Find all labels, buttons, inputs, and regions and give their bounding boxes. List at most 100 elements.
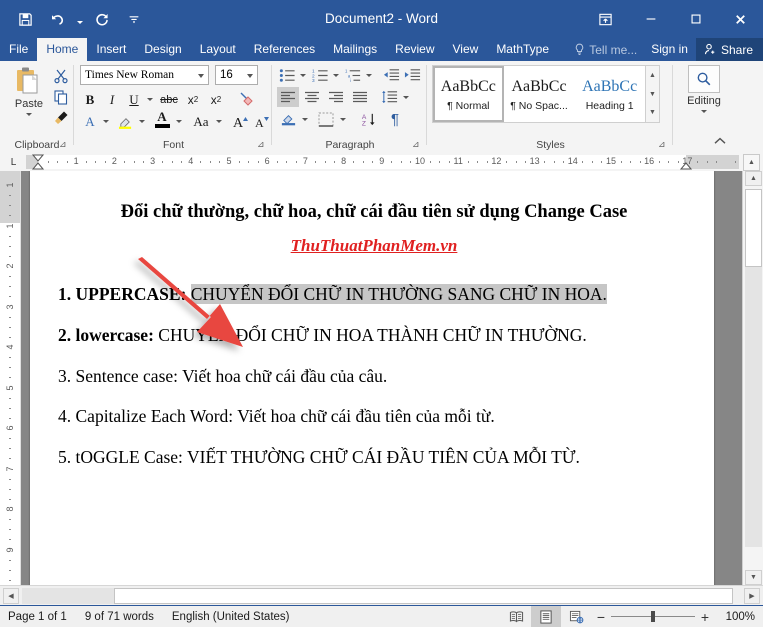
view-web-layout-button[interactable] <box>561 606 591 627</box>
strikethrough-button[interactable]: abc <box>157 89 181 110</box>
tab-stop-selector[interactable]: L <box>6 155 21 169</box>
styles-more-icon[interactable]: ▼ <box>646 103 659 122</box>
redo-icon[interactable] <box>87 5 117 33</box>
scroll-left-icon[interactable]: ◀ <box>3 588 19 604</box>
customize-qat-icon[interactable] <box>119 5 149 33</box>
zoom-out-button[interactable]: − <box>591 606 611 627</box>
word-count[interactable]: 9 of 71 words <box>85 611 154 623</box>
cut-button[interactable] <box>50 65 72 86</box>
right-indent-marker[interactable] <box>680 162 692 170</box>
shading-dropdown-icon[interactable] <box>299 109 310 129</box>
maximize-icon[interactable] <box>673 0 718 38</box>
underline-dropdown-icon[interactable] <box>144 89 156 110</box>
first-line-indent-marker[interactable] <box>32 154 44 162</box>
tab-references[interactable]: References <box>245 38 324 61</box>
font-dialog-launcher[interactable]: ⊿ <box>257 139 268 150</box>
view-read-mode-button[interactable] <box>501 606 531 627</box>
save-icon[interactable] <box>10 5 40 33</box>
tell-me-box[interactable]: Tell me... <box>568 38 643 61</box>
tab-file[interactable]: File <box>0 38 37 61</box>
tab-layout[interactable]: Layout <box>191 38 245 61</box>
vertical-ruler[interactable]: 1 1 2 3 4 5 6 7 8 9 <box>0 171 21 585</box>
horizontal-scroll-thumb[interactable] <box>114 588 733 604</box>
horizontal-scroll-track[interactable] <box>22 588 114 604</box>
share-button[interactable]: Share <box>695 38 763 61</box>
style-heading-1[interactable]: AaBbCc Heading 1 <box>574 66 645 122</box>
ribbon-display-options-icon[interactable] <box>583 0 628 38</box>
decrease-indent-button[interactable] <box>381 65 401 85</box>
ruler-track[interactable]: 1 2 3 4 5 6 7 8 9 10 11 12 13 14 15 16 17 <box>26 154 739 170</box>
clipboard-dialog-launcher[interactable]: ⊿ <box>59 139 70 150</box>
styles-scroll-down-icon[interactable]: ▼ <box>646 85 659 104</box>
paste-button[interactable]: Paste <box>6 65 52 116</box>
style-normal[interactable]: AaBbCc ¶ Normal <box>433 66 504 122</box>
tab-view[interactable]: View <box>444 38 488 61</box>
line-spacing-dropdown-icon[interactable] <box>400 87 411 107</box>
page-count[interactable]: Page 1 of 1 <box>8 611 67 623</box>
multilevel-list-button[interactable]: 1ai <box>343 65 363 85</box>
zoom-slider[interactable] <box>611 606 695 627</box>
language-indicator[interactable]: English (United States) <box>172 611 290 623</box>
list-item[interactable]: 1. UPPERCASE: CHUYỂN ĐỔI CHỮ IN THƯỜNG S… <box>58 283 690 306</box>
format-painter-button[interactable] <box>50 107 72 128</box>
tab-insert[interactable]: Insert <box>87 38 135 61</box>
editing-button[interactable]: Editing <box>682 65 726 113</box>
numbering-dropdown-icon[interactable] <box>330 65 341 85</box>
italic-button[interactable]: I <box>102 89 122 110</box>
list-item[interactable]: 4. Capitalize Each Word: Viết hoa chữ cá… <box>58 405 690 428</box>
highlight-color-button[interactable] <box>114 111 136 132</box>
copy-button[interactable] <box>50 86 72 107</box>
scroll-right-icon[interactable]: ▶ <box>744 588 760 604</box>
change-case-dropdown-icon[interactable] <box>213 111 225 132</box>
scroll-up-icon[interactable]: ▲ <box>745 171 762 186</box>
font-color-dropdown-icon[interactable] <box>173 111 185 132</box>
font-color-button[interactable]: A <box>151 109 173 130</box>
numbering-button[interactable]: 123 <box>310 65 330 85</box>
paragraph-dialog-launcher[interactable]: ⊿ <box>412 139 423 150</box>
minimize-icon[interactable] <box>628 0 673 38</box>
paste-dropdown-icon[interactable] <box>26 113 32 116</box>
line-spacing-button[interactable] <box>378 87 400 107</box>
tab-mathtype[interactable]: MathType <box>487 38 558 61</box>
tab-design[interactable]: Design <box>135 38 190 61</box>
styles-dialog-launcher[interactable]: ⊿ <box>658 139 669 150</box>
show-formatting-marks-button[interactable]: ¶ <box>385 109 405 129</box>
sign-in-button[interactable]: Sign in <box>643 38 696 61</box>
change-case-button[interactable]: Aa <box>188 111 214 132</box>
tab-home[interactable]: Home <box>37 38 88 61</box>
underline-button[interactable]: U <box>124 89 144 110</box>
align-left-button[interactable] <box>277 87 299 107</box>
highlight-dropdown-icon[interactable] <box>136 111 148 132</box>
align-center-button[interactable] <box>301 87 323 107</box>
document-body[interactable]: Đổi chữ thường, chữ hoa, chữ cái đầu tiê… <box>58 201 690 478</box>
zoom-level[interactable]: 100% <box>715 611 757 623</box>
superscript-button[interactable]: x2 <box>205 89 227 110</box>
font-name-dropdown-icon[interactable] <box>198 74 204 78</box>
list-item[interactable]: 2. lowercase: CHUYỂN ĐỔI CHỮ IN HOA THÀN… <box>58 324 690 347</box>
align-right-button[interactable] <box>325 87 347 107</box>
shrink-font-button[interactable]: A <box>252 111 272 132</box>
grow-font-button[interactable]: A <box>231 111 251 132</box>
undo-dropdown-icon[interactable] <box>74 5 85 33</box>
horizontal-ruler[interactable]: L 1 2 3 4 5 6 7 8 9 10 11 12 13 14 15 16 17 ▲ <box>0 152 763 172</box>
undo-icon[interactable] <box>42 5 72 33</box>
list-item[interactable]: 5. tOGGLE Case: VIẾT THƯỜNG CHỮ CÁI ĐẦU … <box>58 446 690 469</box>
sort-button[interactable]: AZ <box>357 109 379 129</box>
shading-button[interactable] <box>277 109 299 129</box>
horizontal-scrollbar[interactable]: ◀ ▶ <box>0 585 763 605</box>
font-name-input[interactable]: Times New Roman <box>80 65 209 85</box>
clear-formatting-button[interactable] <box>235 88 259 109</box>
multilevel-dropdown-icon[interactable] <box>363 65 374 85</box>
style-no-spacing[interactable]: AaBbCc ¶ No Spac... <box>504 66 575 122</box>
collapse-ribbon-icon[interactable] <box>712 134 728 148</box>
font-size-input[interactable]: 16 <box>215 65 258 85</box>
close-icon[interactable] <box>718 0 763 38</box>
vertical-scrollbar[interactable]: ▲ ▼ <box>742 171 763 585</box>
zoom-slider-handle[interactable] <box>651 611 655 622</box>
vertical-scroll-thumb[interactable] <box>745 189 762 267</box>
styles-scroll-up-icon[interactable]: ▲ <box>646 66 659 85</box>
increase-indent-button[interactable] <box>402 65 422 85</box>
subscript-button[interactable]: x2 <box>182 89 204 110</box>
document-page[interactable]: Đổi chữ thường, chữ hoa, chữ cái đầu tiê… <box>30 171 714 585</box>
view-print-layout-button[interactable] <box>531 606 561 627</box>
